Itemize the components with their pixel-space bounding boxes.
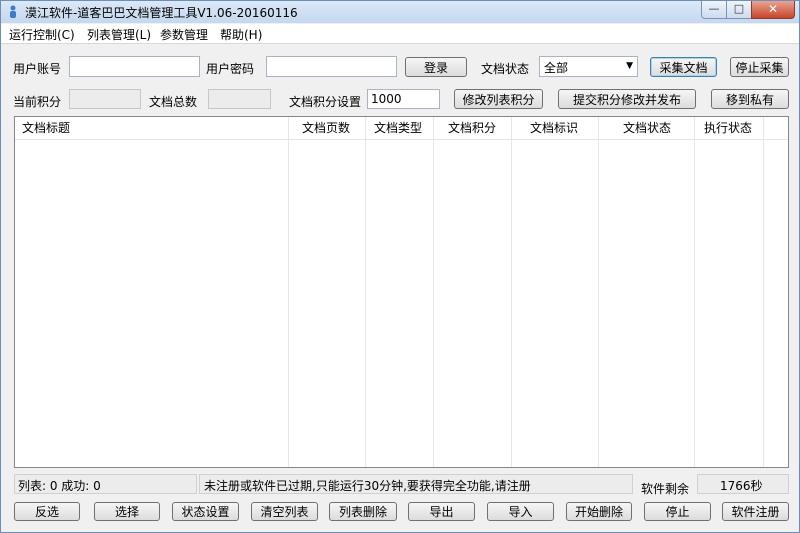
points-setting-input[interactable]	[367, 89, 440, 109]
menu-list-management[interactable]: 列表管理(L)	[87, 26, 151, 43]
stop-collect-button[interactable]: 停止采集	[730, 57, 789, 77]
column-header-id[interactable]: 文档标识	[530, 117, 578, 139]
points-setting-label: 文档积分设置	[289, 95, 362, 109]
remaining-time-label: 软件剩余	[641, 482, 690, 496]
stop-button[interactable]: 停止	[644, 502, 711, 521]
column-header-points[interactable]: 文档积分	[448, 117, 496, 139]
doc-status-select[interactable]: 全部 ▼	[539, 56, 638, 77]
minimize-icon: —	[708, 2, 720, 15]
table-header: 文档标题 文档页数 文档类型 文档积分 文档标识 文档状态 执行状态	[15, 117, 788, 140]
app-icon	[10, 5, 16, 18]
password-input[interactable]	[266, 56, 397, 77]
column-divider	[598, 117, 599, 467]
doc-status-label: 文档状态	[481, 62, 530, 76]
collect-documents-button[interactable]: 采集文档	[650, 57, 717, 77]
select-button[interactable]: 选择	[94, 502, 160, 521]
total-docs-label: 文档总数	[149, 95, 198, 109]
account-label: 用户账号	[13, 62, 62, 76]
maximize-icon: □	[733, 2, 745, 15]
column-header-title[interactable]: 文档标题	[22, 117, 70, 139]
maximize-button[interactable]: □	[726, 1, 752, 19]
title-bar[interactable]: 漠江软件-道客巴巴文档管理工具V1.06-20160116 — □ ✕	[1, 1, 799, 23]
column-header-status[interactable]: 文档状态	[623, 117, 671, 139]
window-title: 漠江软件-道客巴巴文档管理工具V1.06-20160116	[25, 6, 298, 20]
column-divider	[365, 117, 366, 467]
submit-publish-button[interactable]: 提交积分修改并发布	[558, 89, 696, 109]
column-divider	[511, 117, 512, 467]
minimize-button[interactable]: —	[701, 1, 727, 19]
document-table[interactable]: 文档标题 文档页数 文档类型 文档积分 文档标识 文档状态 执行状态	[14, 116, 789, 468]
column-divider	[288, 117, 289, 467]
chevron-down-icon: ▼	[626, 61, 633, 71]
software-register-button[interactable]: 软件注册	[722, 502, 789, 521]
doc-status-value: 全部	[544, 61, 569, 75]
total-docs-field	[208, 89, 271, 109]
main-window: 漠江软件-道客巴巴文档管理工具V1.06-20160116 — □ ✕ 运行控制…	[0, 0, 800, 533]
close-icon: ✕	[767, 2, 779, 16]
import-button[interactable]: 导入	[487, 502, 554, 521]
column-divider	[763, 117, 764, 467]
current-points-field	[69, 89, 141, 109]
remaining-time-value: 1766秒	[697, 474, 789, 494]
current-points-label: 当前积分	[13, 95, 62, 109]
close-button[interactable]: ✕	[751, 1, 795, 19]
status-summary: 列表: 0 成功: 0	[14, 474, 197, 494]
menu-parameter-management[interactable]: 参数管理	[160, 26, 208, 43]
login-button[interactable]: 登录	[405, 57, 467, 77]
column-header-type[interactable]: 文档类型	[374, 117, 422, 139]
column-divider	[694, 117, 695, 467]
menu-run-control[interactable]: 运行控制(C)	[9, 26, 75, 43]
modify-list-points-button[interactable]: 修改列表积分	[454, 89, 543, 109]
column-header-exec-status[interactable]: 执行状态	[704, 117, 752, 139]
menu-bar: 运行控制(C) 列表管理(L) 参数管理 帮助(H)	[1, 24, 799, 44]
password-label: 用户密码	[206, 62, 255, 76]
column-header-pages[interactable]: 文档页数	[302, 117, 350, 139]
column-divider	[433, 117, 434, 467]
list-delete-button[interactable]: 列表删除	[329, 502, 397, 521]
clear-list-button[interactable]: 清空列表	[251, 502, 318, 521]
move-to-private-button[interactable]: 移到私有	[711, 89, 789, 109]
export-button[interactable]: 导出	[408, 502, 475, 521]
invert-selection-button[interactable]: 反选	[14, 502, 80, 521]
start-delete-button[interactable]: 开始删除	[566, 502, 632, 521]
registration-message: 未注册或软件已过期,只能运行30分钟,要获得完全功能,请注册	[199, 474, 633, 494]
menu-help[interactable]: 帮助(H)	[220, 26, 262, 43]
account-input[interactable]	[69, 56, 200, 77]
status-setting-button[interactable]: 状态设置	[172, 502, 239, 521]
